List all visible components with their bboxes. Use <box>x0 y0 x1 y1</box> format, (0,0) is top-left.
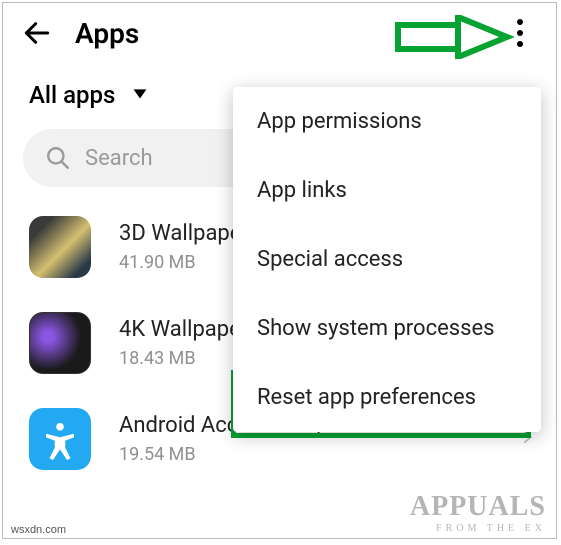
app-icon-4k-wallpaper <box>29 312 91 374</box>
watermark: APPUALS FROM THE EX <box>410 491 546 534</box>
menu-item-app-links[interactable]: App links <box>233 156 541 225</box>
chevron-down-icon <box>129 82 151 108</box>
search-icon <box>45 145 71 171</box>
back-icon[interactable] <box>21 17 53 49</box>
app-icon-accessibility <box>29 408 91 470</box>
watermark-brand: APPUALS <box>410 491 546 523</box>
menu-item-reset-app-preferences[interactable]: Reset app preferences <box>233 363 541 432</box>
search-placeholder: Search <box>85 146 153 171</box>
footer-credit: wsxdn.com <box>11 524 66 536</box>
watermark-tagline: FROM THE EX <box>410 523 546 534</box>
menu-item-show-system-processes[interactable]: Show system processes <box>233 294 541 363</box>
overflow-menu: App permissions App links Special access… <box>233 87 541 432</box>
menu-item-special-access[interactable]: Special access <box>233 225 541 294</box>
more-options-icon[interactable] <box>508 19 532 47</box>
filter-label: All apps <box>29 81 115 109</box>
app-size: 19.54 MB <box>119 444 518 465</box>
page-title: Apps <box>75 17 139 50</box>
app-icon-3d-wallpaper <box>29 216 91 278</box>
menu-item-app-permissions[interactable]: App permissions <box>233 87 541 156</box>
